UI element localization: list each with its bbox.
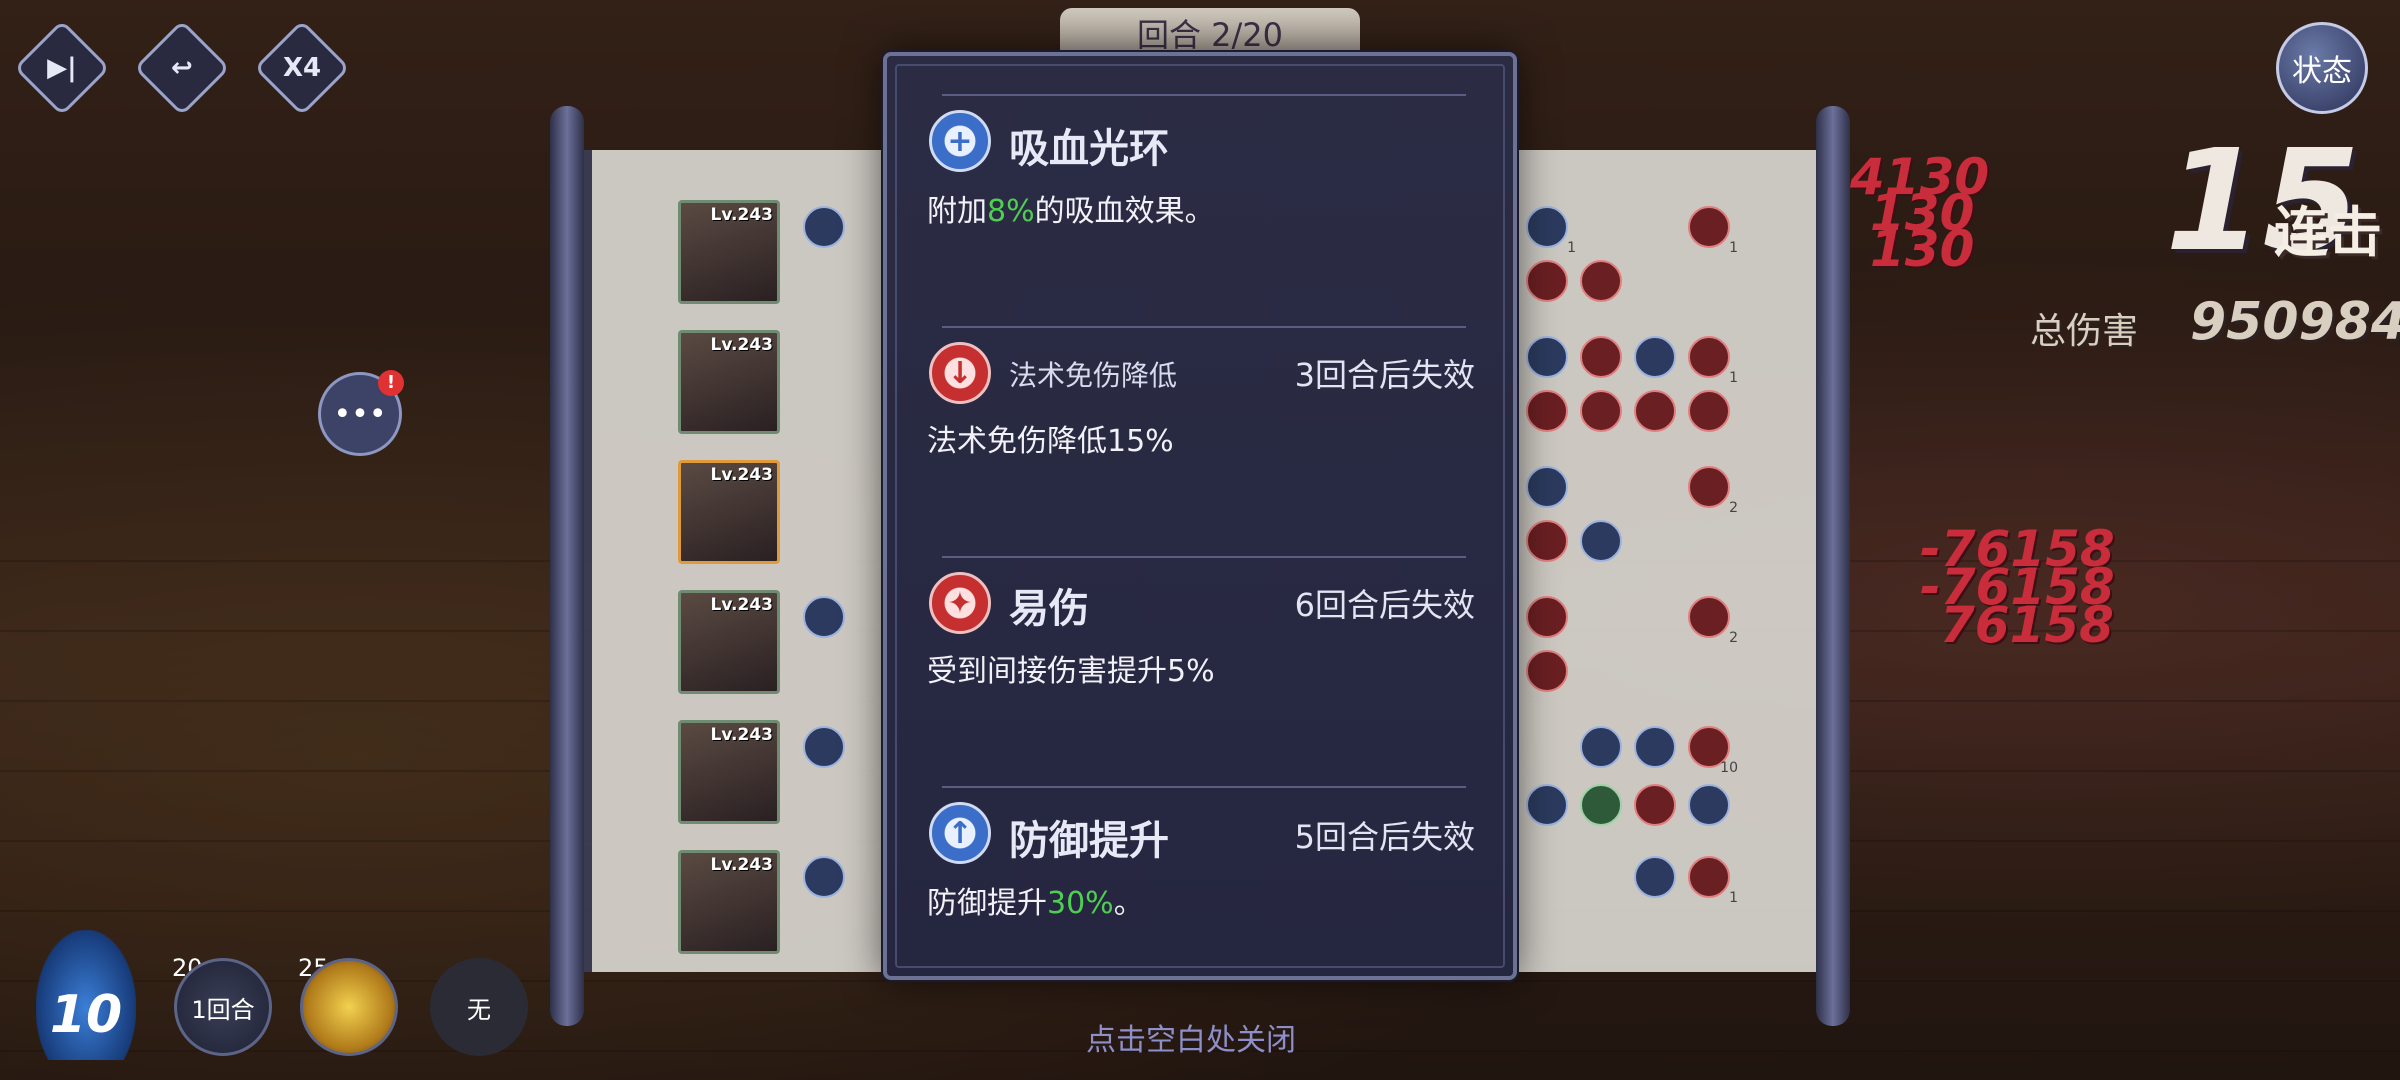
chat-badge: ! <box>378 370 404 396</box>
scroll-rod-right <box>1816 106 1850 1026</box>
heart-icon[interactable] <box>1688 390 1730 432</box>
droplet-plus-icon[interactable] <box>1526 466 1568 508</box>
shield-icon[interactable] <box>803 596 845 638</box>
droplet-plus-icon[interactable] <box>1634 336 1676 378</box>
skip-icon: ▶| <box>47 53 77 83</box>
buff-detail-panel: + 吸血光环 附加8%的吸血效果。 ↓ 法术免伤降低 3回合后失效 法术免伤降低… <box>883 52 1517 980</box>
defense-up-icon: ↑ <box>929 802 991 864</box>
buff-title: 吸血光环 <box>1009 126 1169 172</box>
undo-icon: ↩ <box>171 52 193 83</box>
eye-icon[interactable] <box>1580 726 1622 768</box>
hero-level: Lv.243 <box>710 595 773 615</box>
eye-icon[interactable]: 1 <box>1526 206 1576 256</box>
speed-label: X4 <box>282 52 322 83</box>
hero-portrait[interactable]: Lv.243 <box>678 200 780 304</box>
debuff-icon[interactable] <box>1634 784 1676 826</box>
skill-button-3[interactable]: 无 <box>430 958 528 1056</box>
buff-title: 易伤 <box>1009 586 1089 632</box>
buff-expire: 3回合后失效 <box>1294 356 1475 394</box>
buff-description: 防御提升30%。 <box>927 886 1144 921</box>
figure-icon[interactable] <box>1688 784 1730 826</box>
chat-icon: ••• <box>333 396 387 432</box>
combo-label: 连击 <box>2274 201 2382 264</box>
buff-title: 防御提升 <box>1009 818 1169 864</box>
skull-icon[interactable]: 2 <box>1688 466 1738 516</box>
skill-button-1[interactable]: 1回合 <box>174 958 272 1056</box>
buff-description: 附加8%的吸血效果。 <box>927 194 1215 229</box>
fire-icon[interactable] <box>1634 390 1676 432</box>
debuff-icon[interactable] <box>1580 260 1622 302</box>
skull-icon[interactable]: 1 <box>1688 206 1738 256</box>
fire-icon[interactable]: 10 <box>1688 726 1738 776</box>
heart-icon[interactable] <box>1526 520 1568 562</box>
damage-number: 76158 <box>1940 596 2114 654</box>
damage-number: 130 <box>1870 220 1975 278</box>
divider <box>942 556 1466 558</box>
divider <box>942 94 1466 96</box>
buff-expire: 5回合后失效 <box>1294 818 1475 856</box>
droplet-plus-icon[interactable] <box>1634 726 1676 768</box>
eye-icon[interactable] <box>1526 596 1568 638</box>
skill-button-2[interactable] <box>300 958 398 1056</box>
buff-title: 法术免伤降低 <box>1009 359 1178 392</box>
total-damage-label: 总伤害 <box>2030 311 2139 352</box>
hero-portrait[interactable]: Lv.243 <box>678 330 780 434</box>
face-icon[interactable] <box>1580 784 1622 826</box>
eye-icon[interactable] <box>1526 336 1568 378</box>
skill-label: 无 <box>467 995 491 1024</box>
shield-icon[interactable] <box>803 856 845 898</box>
vulnerable-icon: ✦ <box>929 572 991 634</box>
bleed-icon[interactable] <box>1580 336 1622 378</box>
hero-level: Lv.243 <box>710 205 773 225</box>
eye-icon[interactable] <box>1634 856 1676 898</box>
hero-level: Lv.243 <box>710 855 773 875</box>
total-damage-value: 950984 <box>2190 292 2400 352</box>
hero-portrait[interactable]: Lv.243 <box>678 720 780 824</box>
scroll-rod-left <box>550 106 584 1026</box>
hero-level: Lv.243 <box>710 465 773 485</box>
status-button[interactable]: 状态 <box>2276 22 2368 114</box>
hero-level: Lv.243 <box>710 725 773 745</box>
close-hint: 点击空白处关闭 <box>1086 1023 1296 1058</box>
droplet-icon[interactable]: 2 <box>1688 596 1738 646</box>
divider <box>942 786 1466 788</box>
paw-icon[interactable] <box>803 726 845 768</box>
buff-description: 受到间接伤害提升5% <box>927 654 1215 689</box>
buff-icon[interactable] <box>803 206 845 248</box>
bone-icon[interactable] <box>1580 520 1622 562</box>
debuff-icon[interactable] <box>1580 390 1622 432</box>
skull-icon[interactable]: 1 <box>1688 856 1738 906</box>
droplet-plus-icon: + <box>929 110 991 172</box>
hero-portrait[interactable]: Lv.243 <box>678 850 780 954</box>
skull-icon[interactable]: 1 <box>1688 336 1738 386</box>
energy-counter: 10 <box>36 930 136 1060</box>
spiral-icon[interactable] <box>1526 260 1568 302</box>
bone-icon[interactable] <box>1526 390 1568 432</box>
divider <box>942 326 1466 328</box>
hero-portrait[interactable]: Lv.243 <box>678 590 780 694</box>
buff-expire: 6回合后失效 <box>1294 586 1475 624</box>
buff-description: 法术免伤降低15% <box>927 424 1174 459</box>
shield-icon[interactable] <box>1526 784 1568 826</box>
skull-icon[interactable] <box>1526 650 1568 692</box>
hero-level: Lv.243 <box>710 335 773 355</box>
magic-shield-down-icon: ↓ <box>929 342 991 404</box>
skill-label: 1回合 <box>191 995 255 1024</box>
hero-portrait[interactable]: Lv.243 <box>678 460 780 564</box>
